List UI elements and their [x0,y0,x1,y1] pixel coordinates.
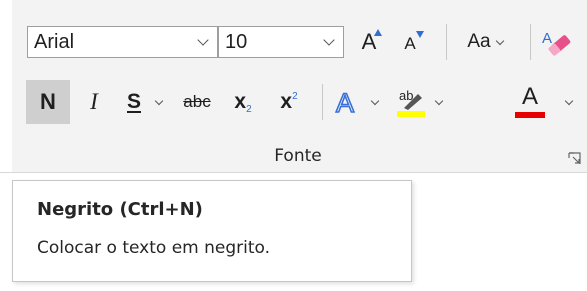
shrink-font-button[interactable]: A [394,26,426,58]
text-effects-dropdown[interactable] [366,84,384,120]
font-color-dropdown[interactable] [560,84,578,120]
font-size-value: 10 [225,30,248,53]
italic-button[interactable]: I [80,84,108,120]
font-color-button[interactable]: A [512,82,548,120]
font-color-label: A [521,83,538,110]
change-case-dropdown [491,36,509,45]
font-name-dropdown[interactable] [189,27,217,57]
strikethrough-button[interactable]: abc [174,84,220,120]
font-color-bar [515,112,545,118]
superscript-label: x [280,90,293,113]
svg-text:A: A [542,30,552,47]
grow-font-button[interactable]: A [352,26,386,58]
subscript-button[interactable]: x2 [226,84,260,120]
chevron-down-icon [323,34,335,46]
eraser-icon: A [542,30,571,56]
chevron-down-icon [154,96,164,105]
chevron-down-icon [434,96,444,105]
dialog-launcher-icon[interactable] [568,152,581,165]
bold-button[interactable]: N [26,80,70,124]
chevron-down-icon [564,96,574,105]
bold-tooltip: Negrito (Ctrl+N) Colocar o texto em negr… [12,180,412,282]
highlight-button[interactable]: ab [394,82,428,120]
font-name-value: Arial [34,30,75,53]
highlighter-icon: ab [399,88,422,110]
text-effects-button[interactable]: A [330,84,366,120]
ribbon-edge [0,0,12,172]
change-case-button[interactable]: Aa [455,26,521,58]
superscript-button[interactable]: x2 [272,84,306,120]
subscript-label: x [234,90,247,113]
ribbon-font-group: Arial 10 A A Aa A N I S abc x 2 x 2 A ab… [0,0,587,172]
underline-button[interactable]: S [120,84,148,120]
change-case-label: Aa [467,31,491,52]
clear-formatting-button[interactable]: A [540,24,587,60]
superscript-mark: 2 [292,90,298,102]
highlight-color-bar [397,110,425,117]
separator [446,24,447,60]
tooltip-title: Negrito (Ctrl+N) [37,199,203,220]
italic-label: I [90,89,98,114]
down-triangle-icon [416,31,424,38]
underline-label: S [126,90,141,113]
font-size-dropdown[interactable] [315,27,343,57]
up-triangle-icon [374,29,382,36]
separator [530,24,531,60]
font-size-combo[interactable]: 10 [218,26,344,58]
bold-label: N [40,89,56,114]
ribbon-divider [0,172,587,173]
underline-dropdown[interactable] [150,84,168,120]
subscript-mark: 2 [246,103,252,115]
tooltip-description: Colocar o texto em negrito. [37,238,271,258]
font-name-combo[interactable]: Arial [27,26,218,58]
shrink-font-label: A [404,34,416,53]
chevron-down-icon [370,96,380,105]
text-effects-icon: A [335,87,355,117]
svg-text:A: A [336,88,354,117]
separator [322,84,323,120]
chevron-down-icon [495,36,504,45]
highlight-dropdown[interactable] [430,84,448,120]
chevron-down-icon [197,34,209,46]
strikethrough-label: abc [183,92,211,111]
group-label: Fonte [274,146,322,166]
